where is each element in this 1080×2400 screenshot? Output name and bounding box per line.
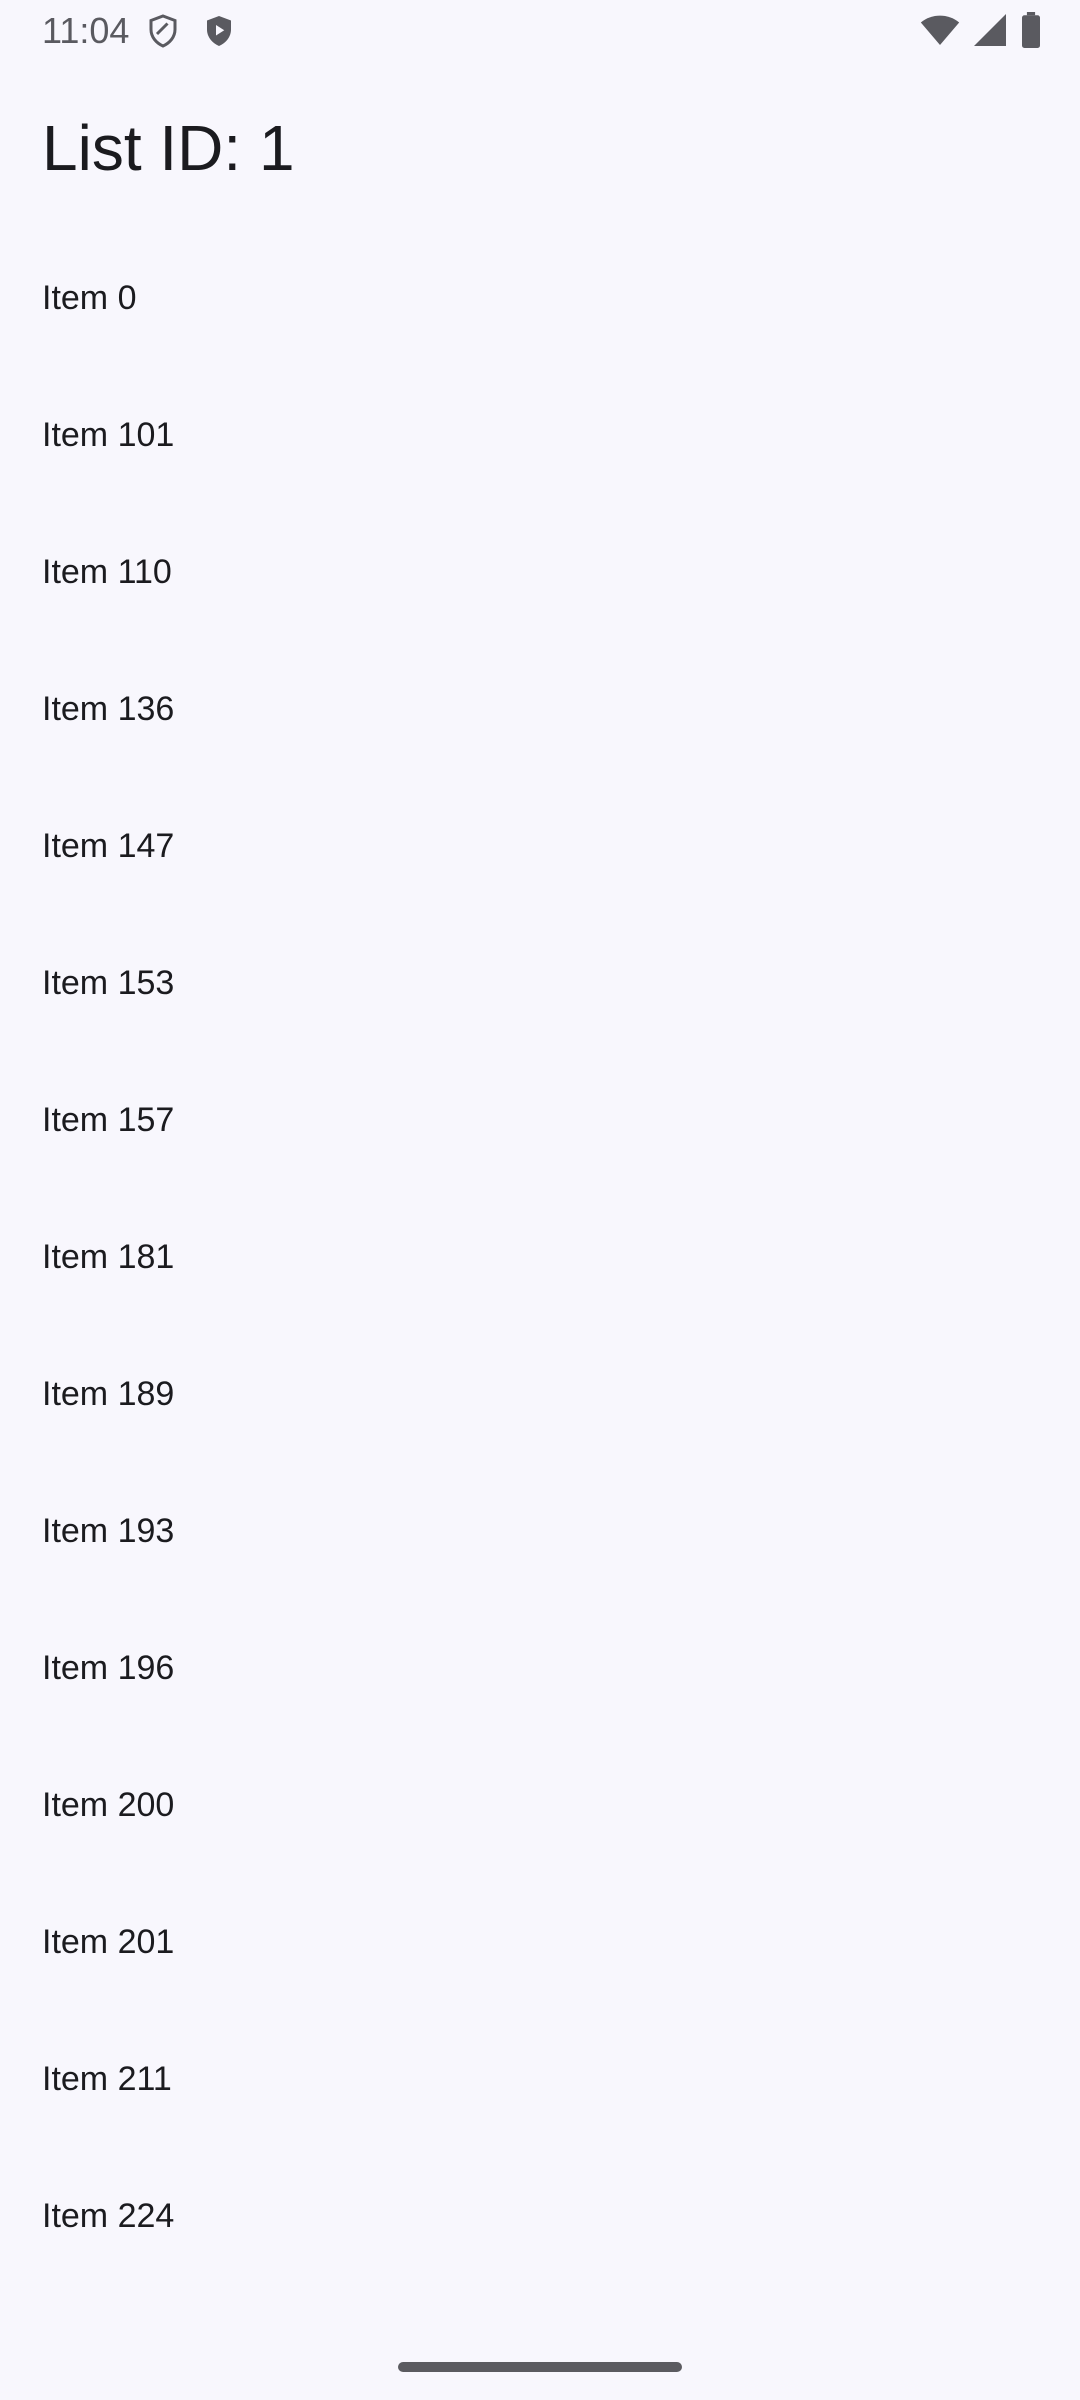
wifi-icon: [920, 13, 960, 47]
gesture-nav-handle[interactable]: [398, 2362, 682, 2372]
list-item[interactable]: Item 196: [0, 1600, 1080, 1737]
battery-icon: [1020, 12, 1042, 48]
status-time: 11:04: [42, 10, 130, 51]
list-item[interactable]: Item 193: [0, 1463, 1080, 1600]
list-item[interactable]: Item 157: [0, 1052, 1080, 1189]
status-bar: 11:04: [0, 0, 1080, 62]
list-item[interactable]: Item 0: [0, 230, 1080, 367]
list-item[interactable]: Item 201: [0, 1874, 1080, 2011]
cellular-signal-icon: [974, 13, 1006, 47]
list-item[interactable]: Item 211: [0, 2011, 1080, 2148]
list-item[interactable]: Item 189: [0, 1326, 1080, 1463]
list-item[interactable]: Item 153: [0, 915, 1080, 1052]
page-title: List ID: 1: [42, 112, 295, 184]
shield-play-icon: [201, 12, 237, 50]
list-item[interactable]: Item 147: [0, 778, 1080, 915]
list-item[interactable]: Item 200: [0, 1737, 1080, 1874]
screen: 11:04 List ID: 1 Item 0 Item 101 Item 11…: [0, 0, 1080, 2400]
list-item[interactable]: Item 224: [0, 2148, 1080, 2285]
item-list[interactable]: Item 0 Item 101 Item 110 Item 136 Item 1…: [0, 230, 1080, 2285]
list-item[interactable]: Item 110: [0, 504, 1080, 641]
list-item[interactable]: Item 101: [0, 367, 1080, 504]
status-right-icons: [920, 12, 1042, 48]
shield-outline-icon: [145, 12, 181, 50]
list-item[interactable]: Item 181: [0, 1189, 1080, 1326]
status-left-icons: [145, 12, 237, 50]
list-item[interactable]: Item 136: [0, 641, 1080, 778]
